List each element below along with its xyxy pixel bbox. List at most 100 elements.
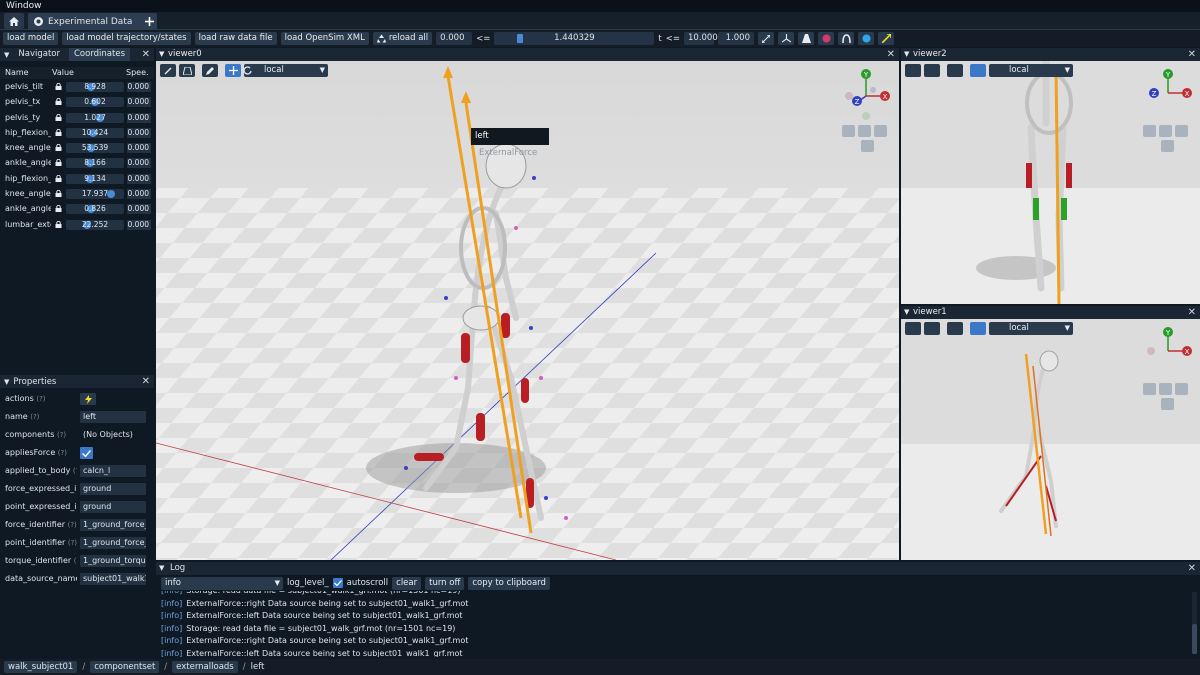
- collapse-arrow-icon[interactable]: ▼: [904, 306, 909, 319]
- breadcrumb-item[interactable]: componentset: [90, 661, 160, 673]
- coordinate-value-slider[interactable]: 9.134: [66, 173, 124, 184]
- lock-icon[interactable]: [55, 98, 62, 106]
- frame-mode-select[interactable]: local ▼: [243, 64, 328, 77]
- zoom-out-button[interactable]: [842, 125, 855, 137]
- close-icon[interactable]: ✕: [887, 48, 895, 61]
- pin-button[interactable]: [160, 64, 176, 77]
- coordinate-value-slider[interactable]: 17.937: [66, 189, 124, 200]
- camera-settings-button[interactable]: [861, 140, 874, 152]
- lock-icon[interactable]: [55, 144, 62, 152]
- time-start-field[interactable]: 0.000: [436, 32, 473, 45]
- coordinate-row[interactable]: ankle_angle 0.826 0.000: [0, 201, 154, 216]
- translate-button[interactable]: [970, 64, 986, 77]
- reload-all-button[interactable]: reload all: [372, 32, 433, 45]
- breadcrumb-item[interactable]: left: [251, 662, 265, 672]
- coordinate-row[interactable]: ankle_angle 8.166 0.000: [0, 155, 154, 170]
- coordinate-speed[interactable]: 0.000: [127, 143, 151, 154]
- time-slider[interactable]: 1.440329: [494, 32, 655, 45]
- autoscroll-checkbox[interactable]: [332, 578, 343, 588]
- lock-icon[interactable]: [55, 205, 62, 213]
- coordinate-speed[interactable]: 0.000: [127, 204, 151, 215]
- close-icon[interactable]: ✕: [1188, 48, 1196, 61]
- add-tab-button[interactable]: [140, 13, 158, 29]
- close-icon[interactable]: ✕: [1188, 306, 1196, 319]
- zoom-out-button[interactable]: [1143, 125, 1156, 137]
- markers-toggle-button[interactable]: [818, 32, 834, 45]
- help-icon[interactable]: (?): [57, 431, 66, 439]
- zoom-fit-button[interactable]: [1175, 125, 1188, 137]
- home-tab[interactable]: [4, 13, 24, 29]
- zoom-fit-button[interactable]: [1175, 383, 1188, 395]
- time-end-field[interactable]: 10.000: [684, 32, 718, 45]
- help-icon[interactable]: (?): [68, 521, 77, 529]
- turn-off-log-button[interactable]: turn off: [425, 576, 465, 590]
- axes-toggle-button[interactable]: [778, 32, 794, 45]
- property-value[interactable]: ground: [80, 483, 146, 495]
- orientation-gizmo[interactable]: Y X: [1143, 326, 1193, 376]
- coordinate-row[interactable]: pelvis_ty 1.027 0.000: [0, 110, 154, 125]
- coordinate-row[interactable]: knee_angle_ 53.539 0.000: [0, 140, 154, 155]
- viewer0[interactable]: ▼ viewer0 ✕ local ▼ Y X Z: [156, 48, 899, 560]
- scene-button[interactable]: [924, 64, 940, 77]
- log-scroll-thumb[interactable]: [1192, 624, 1197, 654]
- coordinate-value-slider[interactable]: 0.826: [66, 204, 124, 215]
- edit-button[interactable]: [947, 64, 963, 77]
- fit-view-button[interactable]: [758, 32, 774, 45]
- coordinate-speed[interactable]: 0.000: [127, 127, 151, 138]
- camera-settings-button[interactable]: [1161, 140, 1174, 152]
- lock-icon[interactable]: [55, 128, 62, 136]
- breadcrumb-item[interactable]: externalloads: [172, 661, 238, 673]
- orientation-gizmo[interactable]: Y X Z: [1143, 68, 1193, 118]
- tab-navigator[interactable]: Navigator: [13, 48, 65, 61]
- coordinate-value-slider[interactable]: 1.027: [66, 112, 124, 123]
- coordinate-row[interactable]: hip_flexion_ 9.134 0.000: [0, 171, 154, 186]
- coordinate-value-slider[interactable]: 22.252: [66, 219, 124, 230]
- applies-force-checkbox[interactable]: [80, 447, 93, 459]
- zoom-in-button[interactable]: [1159, 383, 1172, 395]
- coordinate-value-slider[interactable]: 10.424: [66, 127, 124, 138]
- property-value[interactable]: subject01_walk1_: [80, 573, 146, 585]
- lock-icon[interactable]: [55, 220, 62, 228]
- coordinate-speed[interactable]: 0.000: [127, 82, 151, 92]
- actions-button[interactable]: [80, 393, 96, 405]
- breadcrumb-item[interactable]: walk_subject01: [4, 661, 78, 673]
- help-icon[interactable]: (?): [74, 557, 77, 565]
- lock-icon[interactable]: [55, 174, 62, 182]
- coordinate-speed[interactable]: 0.000: [127, 112, 151, 123]
- floor-toggle-button[interactable]: [798, 32, 814, 45]
- property-value[interactable]: 1_ground_force_: [80, 519, 146, 531]
- viewer2[interactable]: ▼ viewer2 ✕ local ▼ Y X Z: [901, 48, 1200, 304]
- tab-coordinates[interactable]: Coordinates: [68, 48, 131, 61]
- clear-log-button[interactable]: clear: [392, 576, 422, 590]
- collapse-arrow-icon[interactable]: ▼: [4, 51, 9, 59]
- load-raw-data-button[interactable]: load raw data file: [194, 32, 277, 45]
- edit-button[interactable]: [947, 322, 963, 335]
- property-value[interactable]: 1_ground_torque: [80, 555, 146, 567]
- zoom-fit-button[interactable]: [874, 125, 887, 137]
- coordinate-value-slider[interactable]: 8.166: [66, 158, 124, 169]
- force-arrows-toggle-button[interactable]: [878, 32, 894, 45]
- log-scrollbar[interactable]: [1192, 592, 1197, 654]
- scene-button[interactable]: [924, 322, 940, 335]
- coordinate-value-slider[interactable]: 0.602: [66, 97, 124, 108]
- frame-mode-select[interactable]: local ▼: [989, 322, 1073, 335]
- tab-experimental-data[interactable]: Experimental Data: [28, 13, 157, 30]
- help-icon[interactable]: (?): [58, 449, 67, 457]
- pin-button[interactable]: [905, 64, 921, 77]
- edit-button[interactable]: [202, 64, 218, 77]
- help-icon[interactable]: (?): [30, 413, 39, 421]
- zoom-in-button[interactable]: [1159, 125, 1172, 137]
- copy-clipboard-button[interactable]: copy to clipboard: [468, 576, 550, 590]
- coordinate-value-slider[interactable]: 8.928: [66, 82, 124, 92]
- pin-button[interactable]: [905, 322, 921, 335]
- time-slider-handle[interactable]: [517, 34, 524, 43]
- collapse-arrow-icon[interactable]: ▼: [159, 562, 164, 575]
- coordinate-speed[interactable]: 0.000: [127, 97, 151, 108]
- help-icon[interactable]: (?): [36, 395, 45, 403]
- coordinate-row[interactable]: pelvis_tx 0.602 0.000: [0, 94, 154, 109]
- close-icon[interactable]: ✕: [1188, 562, 1196, 575]
- coordinate-row[interactable]: lumbar_exte 22.252 0.000: [0, 217, 154, 232]
- close-icon[interactable]: ✕: [142, 48, 150, 61]
- orientation-gizmo[interactable]: Y X Z: [841, 68, 891, 123]
- load-trajectory-button[interactable]: load model trajectory/states: [62, 32, 191, 45]
